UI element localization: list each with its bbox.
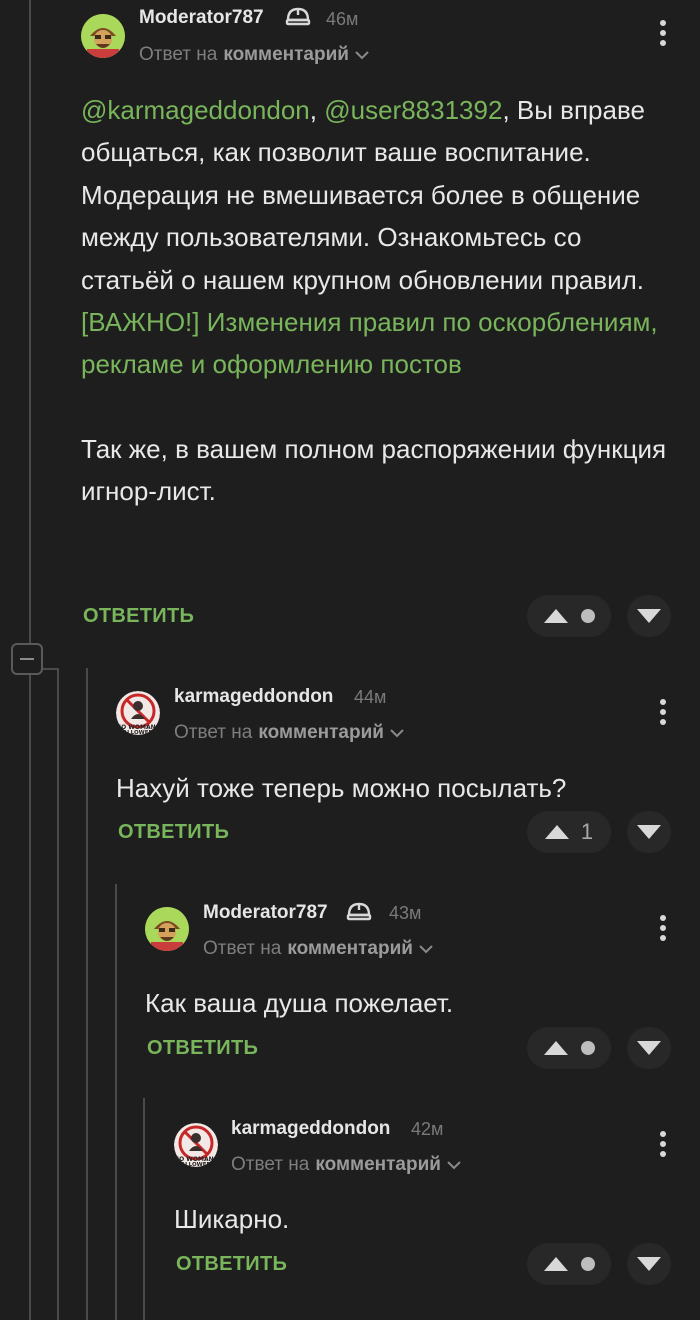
triangle-down-icon [637, 1257, 661, 1271]
mention-link[interactable]: @user8831392 [324, 95, 502, 125]
reply-prefix: Ответ на [174, 722, 253, 743]
upvote-box [527, 1243, 611, 1285]
avatar[interactable]: NO WOMANS ALLOWED [116, 691, 160, 735]
author-name[interactable]: karmageddondon [231, 1118, 390, 1140]
reply-target: комментарий [223, 44, 349, 65]
reply-to-link[interactable]: Ответ на комментарий [231, 1154, 461, 1176]
upvote-box: 1 [527, 811, 611, 853]
user-avatar-icon: NO WOMANS ALLOWED [116, 691, 160, 735]
reply-button[interactable]: ОТВЕТИТЬ [147, 1037, 258, 1060]
comment-paragraph: Так же, в вашем полном распоряжении функ… [81, 433, 667, 507]
reply-target: комментарий [258, 722, 384, 743]
triangle-up-icon[interactable] [543, 1256, 569, 1272]
author-name[interactable]: karmageddondon [174, 686, 333, 708]
triangle-up-icon[interactable] [544, 824, 570, 840]
triangle-down-icon [637, 825, 661, 839]
chevron-down-icon [390, 729, 404, 738]
moderator-avatar-icon [81, 14, 125, 58]
reply-button[interactable]: ОТВЕТИТЬ [176, 1253, 287, 1276]
reply-to-link[interactable]: Ответ на комментарий [139, 44, 369, 66]
avatar[interactable]: NO WOMANS ALLOWED [174, 1123, 218, 1167]
thread-line-level-1 [57, 668, 59, 1320]
avatar[interactable] [81, 14, 125, 58]
author-name[interactable]: Moderator787 [203, 902, 328, 924]
minus-icon [20, 658, 34, 660]
thread-line-level-4 [143, 1098, 145, 1320]
downvote-box[interactable] [627, 1027, 671, 1069]
chevron-down-icon [355, 51, 369, 60]
comment-body: Как ваша душа пожелает. [145, 988, 454, 1018]
more-vertical-icon[interactable] [653, 1127, 673, 1161]
score-neutral-dot [581, 1257, 595, 1271]
triangle-up-icon[interactable] [543, 608, 569, 624]
reply-button[interactable]: ОТВЕТИТЬ [118, 821, 229, 844]
comment-body: Шикарно. [174, 1204, 290, 1234]
svg-text:ALLOWED: ALLOWED [181, 1162, 212, 1167]
downvote-box[interactable] [627, 1243, 671, 1285]
author-name[interactable]: Moderator787 [139, 7, 264, 29]
comment-time: 42м [411, 1119, 444, 1139]
comment-moderator-1: Moderator787 46м Ответ на комментарий @k… [81, 0, 700, 650]
reply-to-link[interactable]: Ответ на комментарий [174, 722, 404, 744]
comment-body: @karmageddondon, @user8831392, Вы вправе… [81, 89, 681, 513]
comment-time: 46м [326, 9, 359, 29]
user-avatar-icon: NO WOMANS ALLOWED [174, 1123, 218, 1167]
downvote-box[interactable] [627, 811, 671, 853]
reply-prefix: Ответ на [231, 1154, 310, 1175]
comment-time: 44м [354, 687, 387, 707]
comment-body: Нахуй тоже теперь можно посылать? [116, 773, 567, 803]
reply-target: комментарий [287, 938, 413, 959]
reply-button[interactable]: ОТВЕТИТЬ [83, 605, 194, 628]
reply-prefix: Ответ на [139, 44, 218, 65]
reply-to-link[interactable]: Ответ на комментарий [203, 938, 433, 960]
comment-karmageddondon-1: NO WOMANS ALLOWED karmageddondon 44м Отв… [116, 670, 700, 870]
triangle-down-icon [637, 609, 661, 623]
score-neutral-dot [581, 1041, 595, 1055]
more-vertical-icon[interactable] [653, 911, 673, 945]
comment-paragraph: [ВАЖНО!] Изменения правил по оскорбления… [81, 301, 681, 386]
rules-article-link[interactable]: [ВАЖНО!] Изменения правил по оскорбления… [81, 307, 658, 379]
vote-score: 1 [580, 819, 594, 844]
comment-moderator-2: Moderator787 43м Ответ на комментарий Ка… [145, 886, 700, 1086]
comment-paragraph: @karmageddondon, @user8831392, Вы вправе… [81, 89, 681, 301]
reply-prefix: Ответ на [203, 938, 282, 959]
comment-time: 43м [389, 903, 422, 923]
comment-karmageddondon-2: NO WOMANS ALLOWED karmageddondon 42м Отв… [174, 1102, 700, 1302]
triangle-up-icon[interactable] [543, 1040, 569, 1056]
score-neutral-dot [581, 609, 595, 623]
more-vertical-icon[interactable] [653, 16, 673, 50]
triangle-down-icon [637, 1041, 661, 1055]
moderator-helmet-icon [346, 902, 372, 921]
svg-text:ALLOWED: ALLOWED [123, 730, 154, 735]
downvote-box[interactable] [627, 595, 671, 637]
avatar[interactable] [145, 907, 189, 951]
reply-target: комментарий [315, 1154, 441, 1175]
mention-separator: , [309, 95, 325, 125]
thread-line-level-2 [86, 668, 88, 1320]
upvote-box [527, 595, 611, 637]
thread-connector [43, 668, 59, 670]
more-vertical-icon[interactable] [653, 695, 673, 729]
thread-line-level-3 [115, 884, 117, 1320]
moderator-avatar-icon [145, 907, 189, 951]
collapse-thread-button[interactable] [11, 643, 43, 675]
chevron-down-icon [447, 1161, 461, 1170]
chevron-down-icon [419, 945, 433, 954]
upvote-box [527, 1027, 611, 1069]
mention-link[interactable]: @karmageddondon [81, 95, 310, 125]
moderator-helmet-icon [285, 7, 311, 26]
